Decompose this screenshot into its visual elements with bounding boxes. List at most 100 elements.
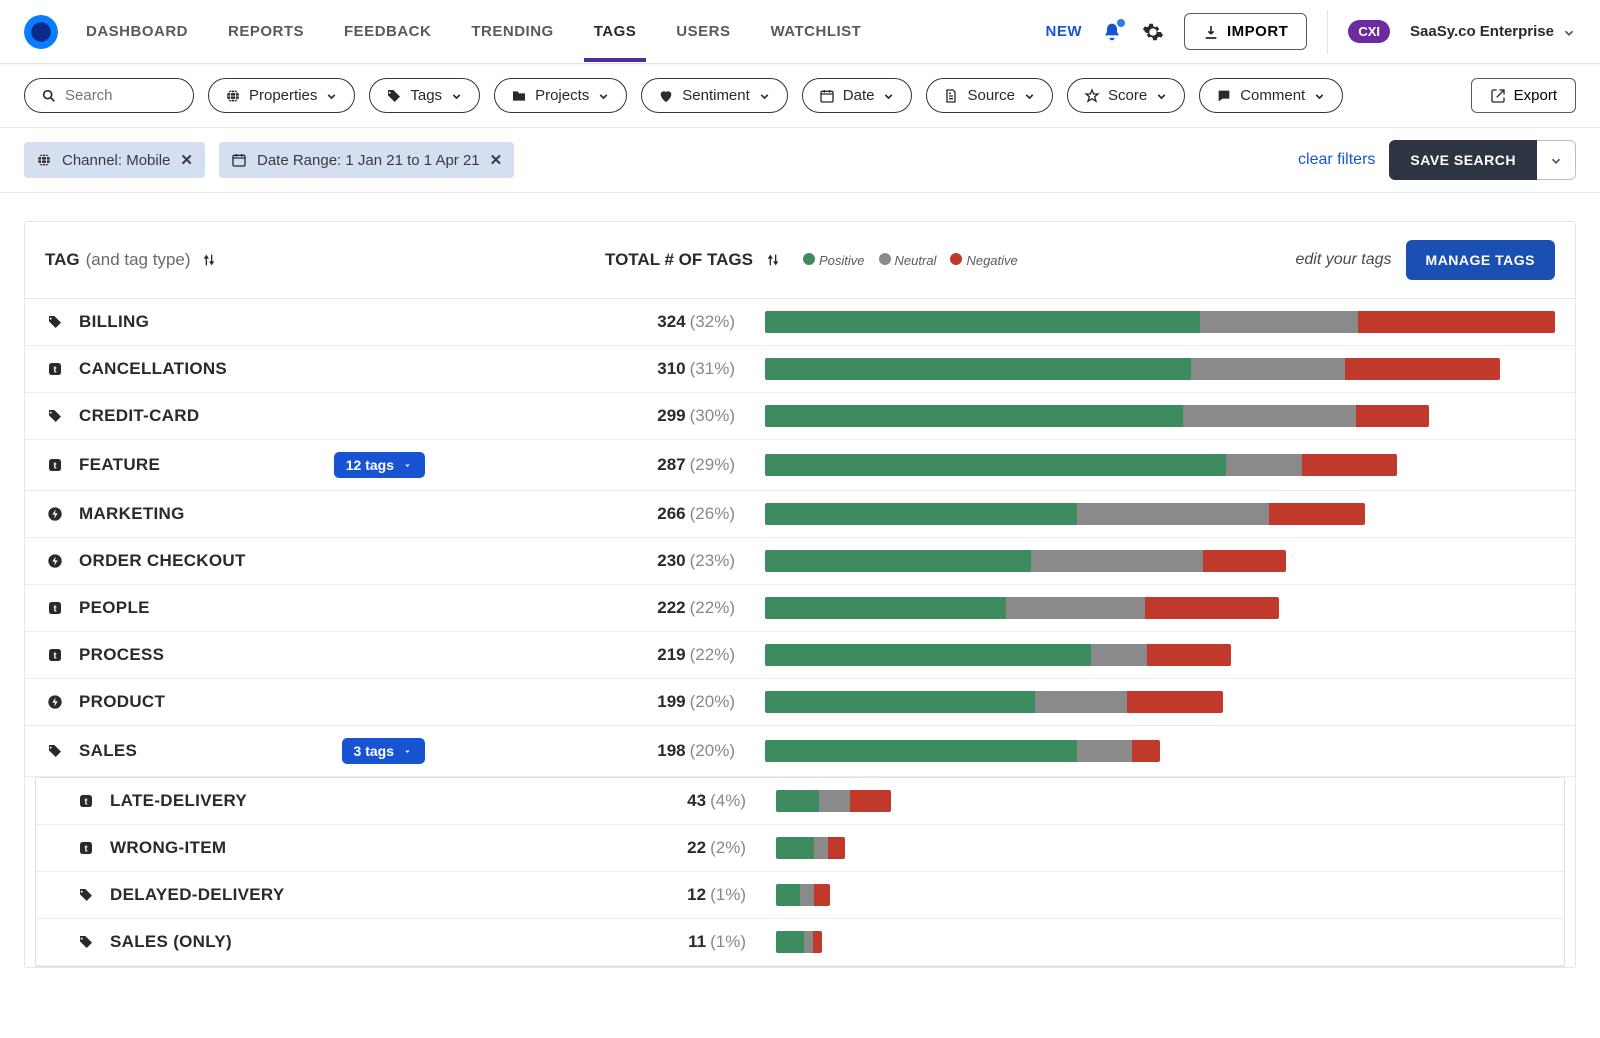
bar-neutral	[804, 931, 813, 953]
svg-text:t: t	[53, 460, 56, 470]
tag-row[interactable]: tPROCESS219(22%)	[25, 632, 1575, 679]
edit-tags-link[interactable]: edit your tags	[1295, 251, 1391, 269]
bar-neutral	[1006, 597, 1145, 619]
bar-positive	[765, 597, 1006, 619]
export-button[interactable]: Export	[1471, 78, 1576, 113]
tag-name: SALES (ONLY)	[110, 932, 232, 952]
bar-negative	[1127, 691, 1223, 713]
column-tag-label: TAG	[45, 250, 80, 270]
sentiment-bar	[735, 691, 1555, 713]
cxi-badge: CXI	[1348, 20, 1390, 43]
search-icon	[41, 88, 57, 104]
bar-positive	[765, 454, 1226, 476]
svg-text:t: t	[84, 843, 87, 853]
filter-pill-comment[interactable]: Comment	[1199, 78, 1343, 113]
org-label: SaaSy.co Enterprise	[1410, 23, 1554, 40]
tag-row[interactable]: tLATE-DELIVERY43(4%)	[36, 778, 1564, 825]
tag-row[interactable]: ORDER CHECKOUT230(23%)	[25, 538, 1575, 585]
tag-row[interactable]: BILLING324(32%)	[25, 299, 1575, 346]
filter-pill-properties[interactable]: Properties	[208, 78, 355, 113]
top-nav: DASHBOARD REPORTS FEEDBACK TRENDING TAGS USER…	[0, 0, 1600, 64]
nav-link-feedback[interactable]: FEEDBACK	[344, 1, 431, 62]
sentiment-bar	[735, 405, 1555, 427]
tag-count: 198(20%)	[605, 741, 735, 761]
svg-text:t: t	[53, 650, 56, 660]
search-pill[interactable]	[24, 78, 194, 113]
bar-neutral	[1226, 454, 1302, 476]
search-input[interactable]	[65, 87, 177, 104]
remove-chip-icon[interactable]: ✕	[490, 151, 503, 169]
import-button[interactable]: IMPORT	[1184, 13, 1307, 50]
heart-icon	[658, 88, 674, 104]
org-switcher[interactable]: SaaSy.co Enterprise	[1410, 23, 1576, 40]
nav-link-trending[interactable]: TRENDING	[471, 1, 553, 62]
tag-count: 12(1%)	[616, 885, 746, 905]
tag-row[interactable]: DELAYED-DELIVERY12(1%)	[36, 872, 1564, 919]
active-filters-row: Channel: Mobile✕ Date Range: 1 Jan 21 to …	[0, 128, 1600, 193]
type-icon: t	[45, 457, 65, 473]
filter-pill-sentiment[interactable]: Sentiment	[641, 78, 788, 113]
type-icon: t	[76, 840, 96, 856]
bar-neutral	[1077, 503, 1269, 525]
manage-tags-button[interactable]: MANAGE TAGS	[1406, 240, 1555, 280]
bar-negative	[1147, 644, 1231, 666]
save-search-dropdown[interactable]	[1537, 140, 1576, 180]
sentiment-bar	[735, 311, 1555, 333]
nav-link-dashboard[interactable]: DASHBOARD	[86, 1, 188, 62]
filter-pill-date[interactable]: Date	[802, 78, 913, 113]
remove-chip-icon[interactable]: ✕	[180, 151, 193, 169]
column-total-label: TOTAL # OF TAGS	[605, 250, 753, 270]
import-label: IMPORT	[1227, 23, 1288, 40]
tag-row[interactable]: t WRONG-ITEM 22(2%)	[36, 825, 1564, 872]
type-icon: t	[45, 647, 65, 663]
bar-positive	[765, 311, 1200, 333]
nav-link-reports[interactable]: REPORTS	[228, 1, 304, 62]
tag-row[interactable]: SALES3 tags 198(20%)	[25, 726, 1575, 777]
tags-panel-header: TAG (and tag type) TOTAL # OF TAGS Posit…	[25, 222, 1575, 299]
filter-pill-projects[interactable]: Projects	[494, 78, 627, 113]
tag-row[interactable]: PRODUCT199(20%)	[25, 679, 1575, 726]
tag-count-badge[interactable]: 12 tags	[334, 452, 425, 478]
sentiment-bar	[735, 597, 1555, 619]
sort-icon	[201, 252, 217, 268]
tag-name: BILLING	[79, 312, 149, 332]
tag-row[interactable]: tCANCELLATIONS310(31%)	[25, 346, 1575, 393]
tag-row[interactable]: SALES (ONLY)11(1%)	[36, 919, 1564, 966]
tag-count: 222(22%)	[605, 598, 735, 618]
tag-name: MARKETING	[79, 504, 185, 524]
bar-positive	[776, 884, 800, 906]
legend-dot-neutral	[879, 253, 891, 265]
tags-rows: BILLING324(32%)tCANCELLATIONS310(31%)CRE…	[25, 299, 1575, 777]
tag-row[interactable]: tFEATURE12 tags 287(29%)	[25, 440, 1575, 491]
tag-name: ORDER CHECKOUT	[79, 551, 246, 571]
tag-name: WRONG-ITEM	[110, 838, 226, 858]
clear-filters-link[interactable]: clear filters	[1298, 151, 1375, 169]
tag-icon	[76, 934, 96, 950]
tag-name: FEATURE	[79, 455, 160, 475]
active-filter-chip[interactable]: Channel: Mobile✕	[24, 142, 205, 178]
bar-positive	[765, 358, 1191, 380]
filter-pill-tags[interactable]: Tags	[369, 78, 480, 113]
nav-link-users[interactable]: USERS	[676, 1, 730, 62]
sentiment-bar	[746, 790, 1544, 812]
save-search-button[interactable]: SAVE SEARCH	[1389, 140, 1537, 180]
nav-link-tags[interactable]: TAGS	[594, 1, 637, 62]
gear-icon[interactable]	[1142, 21, 1164, 43]
active-filter-chip[interactable]: Date Range: 1 Jan 21 to 1 Apr 21✕	[219, 142, 514, 178]
nav-divider	[1327, 10, 1328, 54]
tag-row[interactable]: MARKETING266(26%)	[25, 491, 1575, 538]
tag-count: 22(2%)	[616, 838, 746, 858]
bar-positive	[765, 691, 1035, 713]
filter-pill-source[interactable]: Source	[926, 78, 1053, 113]
notification-bell-icon[interactable]	[1102, 22, 1122, 42]
filter-pill-score[interactable]: Score	[1067, 78, 1185, 113]
sentiment-legend: Positive Neutral Negative	[803, 253, 1018, 268]
tag-row[interactable]: tPEOPLE222(22%)	[25, 585, 1575, 632]
column-header-total[interactable]: TOTAL # OF TAGS	[605, 250, 795, 270]
bar-positive	[765, 503, 1077, 525]
nav-link-watchlist[interactable]: WATCHLIST	[770, 1, 861, 62]
tag-row[interactable]: CREDIT-CARD299(30%)	[25, 393, 1575, 440]
nav-links: DASHBOARD REPORTS FEEDBACK TRENDING TAGS USER…	[86, 1, 1046, 62]
column-header-tag[interactable]: TAG (and tag type)	[45, 250, 605, 270]
tag-count-badge[interactable]: 3 tags	[342, 738, 425, 764]
